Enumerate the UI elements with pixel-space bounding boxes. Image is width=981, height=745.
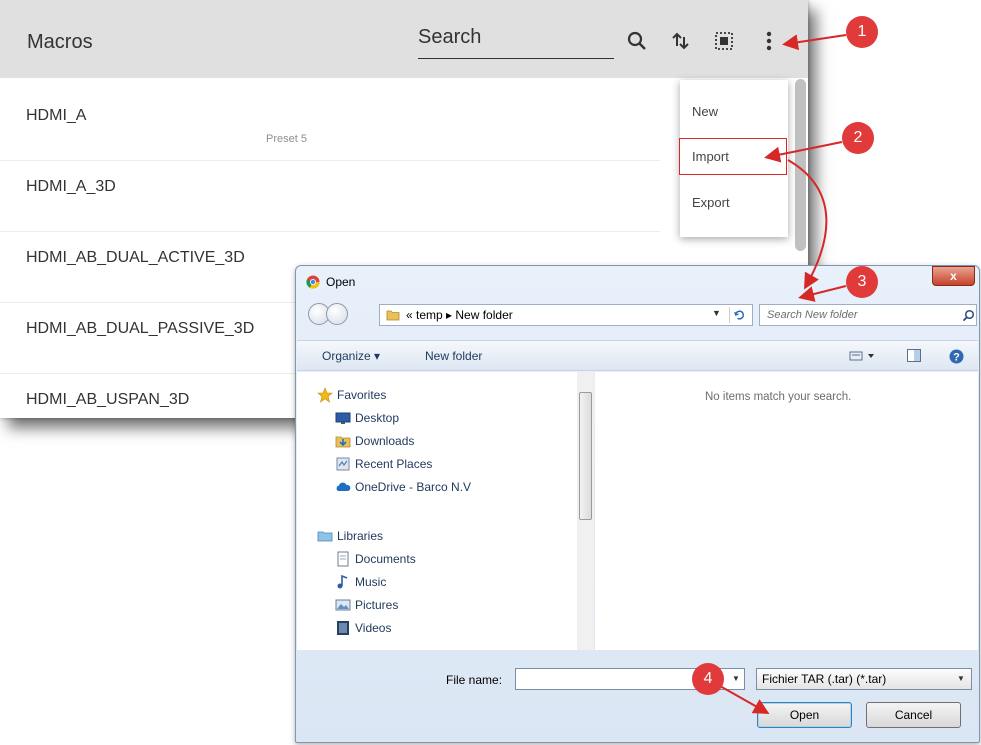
callout-1: 1 [846, 16, 878, 48]
nav-label: Recent Places [355, 457, 433, 471]
macro-name: HDMI_A [26, 107, 87, 124]
nav-label: Pictures [355, 598, 399, 612]
navigation-pane: Favorites Desktop Downloads Recent Place… [297, 372, 594, 650]
libraries-icon [317, 531, 333, 542]
macro-preset: Preset 5 [266, 133, 307, 145]
open-dialog: Open x « temp ▸ New folder ▼ Search New … [295, 265, 980, 743]
breadcrumb[interactable]: « temp ▸ New folder [406, 308, 513, 322]
macros-header: Macros Search [0, 0, 808, 78]
open-button[interactable]: Open [757, 702, 852, 728]
nav-label: Documents [355, 552, 416, 566]
close-button[interactable]: x [932, 266, 975, 286]
macros-scroll-thumb[interactable] [795, 79, 806, 251]
onedrive-icon [336, 482, 351, 491]
nav-label: Videos [355, 621, 392, 635]
list-item[interactable]: HDMI_A Preset 5 [0, 90, 660, 161]
nav-label: Libraries [337, 529, 384, 543]
search-placeholder: Search New folder [767, 309, 858, 321]
chevron-down-icon[interactable]: ▼ [732, 674, 740, 683]
empty-message: No items match your search. [705, 391, 852, 403]
macro-name: HDMI_AB_DUAL_PASSIVE_3D [26, 320, 255, 337]
menu-item-export[interactable]: Export [680, 185, 788, 221]
desktop-icon [335, 412, 351, 424]
filetype-select[interactable]: Fichier TAR (.tar) (*.tar) [756, 668, 972, 690]
pictures-icon [335, 599, 351, 611]
help-icon[interactable]: ? [949, 349, 964, 364]
videos-icon [337, 621, 349, 635]
search-field[interactable]: Search New folder [759, 304, 977, 326]
filename-label: File name: [446, 673, 503, 687]
new-folder-button[interactable]: New folder [425, 349, 482, 363]
import-highlight-box [679, 138, 787, 175]
chevron-down-icon[interactable]: ▼ [957, 674, 965, 683]
downloads-icon [335, 436, 351, 448]
nav-scroll-thumb[interactable] [579, 392, 592, 520]
chrome-icon [306, 275, 320, 289]
callout-3: 3 [846, 266, 878, 298]
search-icon[interactable] [962, 309, 975, 322]
refresh-icon[interactable] [729, 307, 749, 323]
more-vert-icon[interactable] [756, 28, 782, 54]
documents-icon [337, 551, 349, 567]
music-icon [337, 574, 348, 589]
chevron-down-icon[interactable]: ▼ [712, 308, 721, 318]
nav-label: Downloads [355, 434, 415, 448]
svg-text:?: ? [953, 352, 960, 364]
file-list-pane[interactable]: No items match your search. [595, 372, 978, 650]
forward-button[interactable] [326, 303, 348, 325]
menu-item-new[interactable]: New [680, 94, 788, 130]
search-input[interactable]: Search [418, 26, 614, 59]
nav-label: Favorites [337, 388, 387, 402]
preview-pane-icon[interactable] [907, 349, 921, 362]
select-all-icon[interactable] [711, 28, 737, 54]
nav-label: Desktop [355, 411, 400, 425]
nav-label: OneDrive - Barco N.V [355, 480, 472, 494]
list-item[interactable]: HDMI_A_3D [0, 161, 660, 232]
macro-name: HDMI_AB_USPAN_3D [26, 391, 190, 408]
dialog-toolbar: Organize ▾ New folder ? [297, 340, 978, 371]
page-title: Macros [27, 31, 93, 53]
views-icon[interactable] [849, 350, 877, 362]
search-icon[interactable] [624, 28, 650, 54]
callout-4: 4 [692, 663, 724, 695]
nav-label: Music [355, 575, 387, 589]
macro-name: HDMI_AB_DUAL_ACTIVE_3D [26, 249, 245, 266]
recent-places-icon [336, 457, 350, 471]
cancel-button[interactable]: Cancel [866, 702, 961, 728]
folder-icon [386, 310, 400, 321]
organize-button[interactable]: Organize ▾ [322, 349, 380, 363]
dialog-title: Open [326, 275, 356, 289]
sort-icon[interactable] [668, 28, 694, 54]
star-icon [317, 387, 333, 403]
address-bar[interactable]: « temp ▸ New folder ▼ [379, 304, 753, 326]
callout-2: 2 [842, 122, 874, 154]
macro-name: HDMI_A_3D [26, 178, 116, 195]
